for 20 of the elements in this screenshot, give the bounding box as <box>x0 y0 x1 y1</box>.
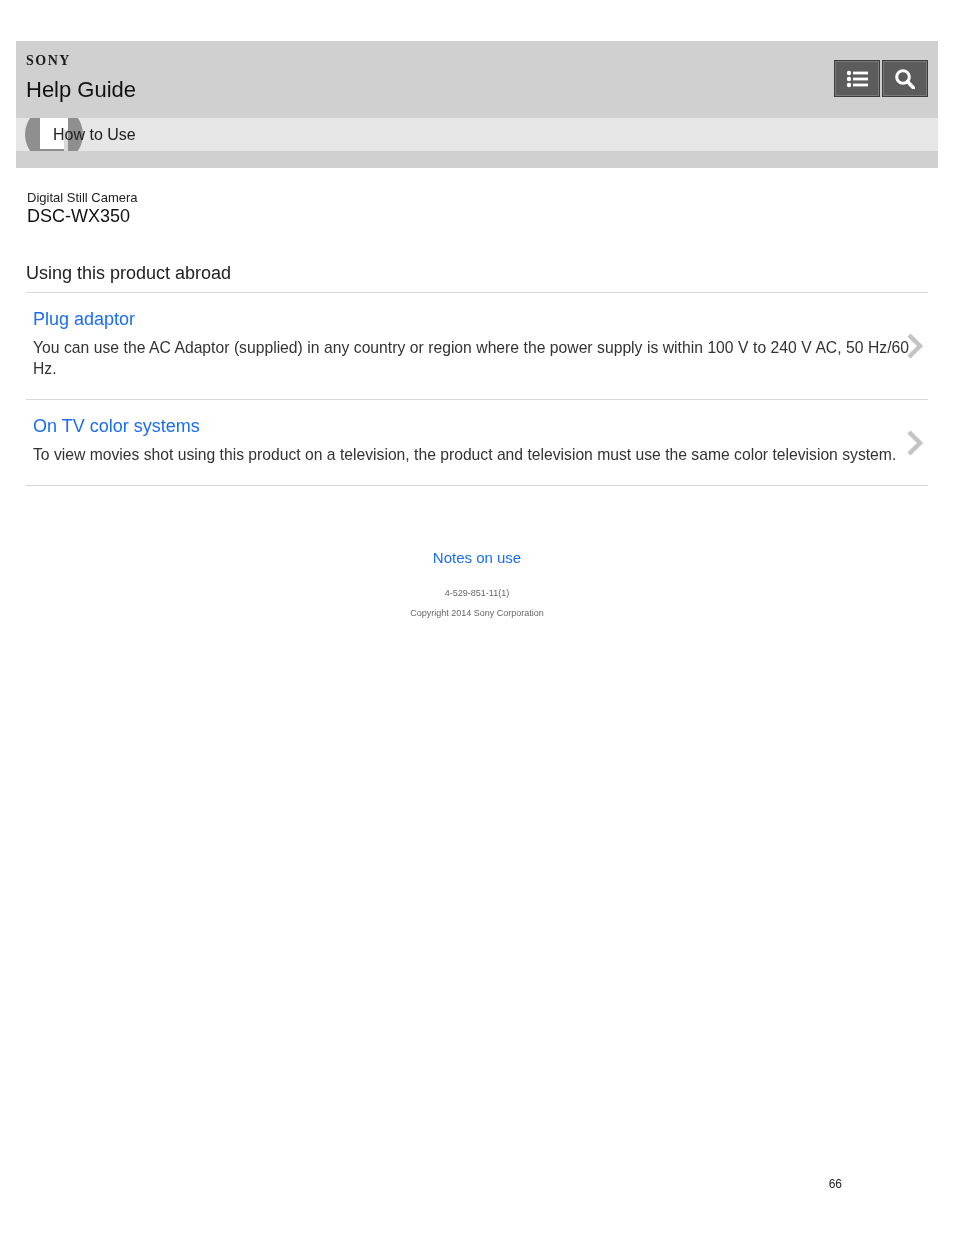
topic-link[interactable]: On TV color systems <box>33 414 200 438</box>
topic-link[interactable]: Plug adaptor <box>33 307 136 331</box>
topic-description: You can use the AC Adaptor (supplied) in any country or region where the power supply is within 100 V to 240 V AC, 50 Hz/60 Hz. <box>33 338 909 379</box>
chevron-right-icon <box>906 428 924 457</box>
site-title: Help Guide <box>26 76 137 104</box>
list-icon <box>846 69 868 88</box>
brand-logo: SONY <box>26 53 71 69</box>
search-button[interactable] <box>882 60 928 97</box>
document-number: 4-529-851-11(1) <box>444 587 510 599</box>
page-number: 66 <box>828 1177 842 1191</box>
contents-button[interactable] <box>834 60 880 97</box>
search-icon <box>895 68 915 89</box>
notes-link[interactable]: Notes on use <box>432 548 522 568</box>
page-title: Using this product abroad <box>26 262 928 293</box>
topic-description: To view movies shot using this product on a television, the product and television must use the same color television system. <box>33 445 898 465</box>
breadcrumb-link[interactable]: How to Use <box>53 124 136 145</box>
page-icon <box>25 118 83 151</box>
product-model: DSC-WX350 <box>26 206 132 226</box>
copyright-text: Copyright 2014 Sony Corporation <box>410 607 544 619</box>
product-category: Digital Still Camera <box>26 190 139 206</box>
